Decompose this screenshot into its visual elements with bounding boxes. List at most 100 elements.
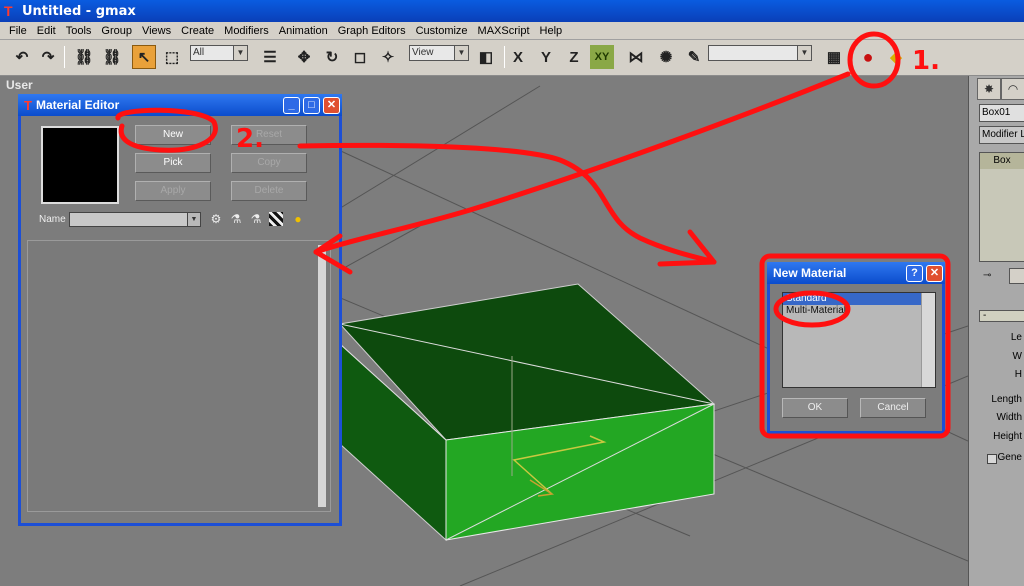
minimize-icon[interactable]: _ [283,97,300,114]
rotate-icon[interactable]: ↻ [320,45,344,69]
scrollbar[interactable] [318,245,326,507]
track-view-icon[interactable]: ▦ [822,45,846,69]
align-icon[interactable]: ✺ [654,45,678,69]
menu-file[interactable]: File [4,25,32,37]
menu-help[interactable]: Help [535,25,568,37]
pick-material-button[interactable]: Pick [135,153,211,173]
region-select-icon[interactable]: ⬚ [160,45,184,69]
menu-animation[interactable]: Animation [274,25,333,37]
named-selection-dropdown[interactable]: ▼ [708,45,812,61]
help-icon[interactable]: ? [906,265,923,282]
menu-graph-editors[interactable]: Graph Editors [333,25,411,37]
menu-tools[interactable]: Tools [61,25,97,37]
generate-mapping-checkbox[interactable] [987,454,997,464]
material-editor-title: Material Editor [35,98,120,112]
material-type-list[interactable]: Standard Multi-Material [782,292,936,388]
menu-maxscript[interactable]: MAXScript [473,25,535,37]
put-material-icon[interactable]: ⚗ [229,212,243,226]
param-label: W [1012,351,1022,362]
apply-material-button[interactable]: Apply [135,181,211,201]
select-object-icon[interactable]: ↖ [132,45,156,69]
gmax-screen: T Untitled - gmax File Edit Tools Group … [0,0,1024,586]
new-material-dialog: New Material ? ✕ Standard Multi-Material… [767,262,945,434]
new-material-title-bar[interactable]: New Material ? ✕ [767,262,945,284]
selection-filter-dropdown[interactable]: All ▼ [190,45,248,61]
new-material-button[interactable]: New [135,125,211,145]
undo-icon[interactable]: ↶ [10,45,34,69]
scrollbar[interactable] [921,293,935,387]
close-icon[interactable]: ✕ [323,97,340,114]
manipulate-icon[interactable]: ✧ [376,45,400,69]
toolbar-divider [64,46,65,68]
main-toolbar: ↶ ↷ ⛓ ⛓ ↖ ⬚ All ▼ ☰ ✥ ↻ ◻ ✧ View ▼ ◧ X Y… [0,40,1024,76]
material-editor-icon[interactable]: ● [856,45,880,69]
chevron-down-icon: ▼ [454,46,468,60]
pivot-center-icon[interactable]: ◧ [474,45,498,69]
length-label: Length [991,394,1022,405]
toolbar-divider [504,46,505,68]
render-icon[interactable]: ◆ [884,45,908,69]
menu-bar: File Edit Tools Group Views Create Modif… [0,22,1024,40]
show-map-icon[interactable]: ● [291,212,305,226]
chevron-down-icon: ▼ [187,213,200,226]
close-icon[interactable]: ✕ [926,265,943,282]
redo-icon[interactable]: ↷ [36,45,60,69]
get-material-icon[interactable]: ⚙ [209,212,223,226]
modifier-list-dropdown[interactable]: Modifier Li [979,126,1024,144]
param-label: Le [1010,332,1022,343]
restrict-x-icon[interactable]: X [506,45,530,69]
delete-material-button[interactable]: Delete [231,181,307,201]
app-title: Untitled - gmax [22,3,136,19]
modify-tab-icon[interactable]: ◠ [1001,78,1024,100]
menu-create[interactable]: Create [176,25,219,37]
assign-material-icon[interactable]: ⚗ [249,212,263,226]
gmax-logo-icon: T [24,97,32,113]
menu-modifiers[interactable]: Modifiers [219,25,274,37]
width-label: Width [996,412,1022,423]
cancel-button[interactable]: Cancel [860,398,926,418]
stack-item-box[interactable]: Box [980,153,1024,169]
ref-coord-dropdown[interactable]: View ▼ [409,45,469,61]
list-item-multi-material[interactable]: Multi-Material [783,305,935,317]
menu-views[interactable]: Views [137,25,176,37]
scale-icon[interactable]: ◻ [348,45,372,69]
object-name-field[interactable]: Box01 [979,104,1024,122]
menu-group[interactable]: Group [96,25,137,37]
checker-background-icon[interactable] [269,212,283,226]
copy-material-button[interactable]: Copy [231,153,307,173]
modifier-stack[interactable]: Box [979,152,1024,262]
list-item-standard[interactable]: Standard [783,293,935,305]
ref-coord-value: View [412,47,434,58]
material-editor-window: T Material Editor _ □ ✕ New Reset Pick C… [18,94,342,526]
app-title-bar: T Untitled - gmax [0,0,1024,22]
material-preview-swatch[interactable] [41,126,119,204]
move-icon[interactable]: ✥ [292,45,316,69]
param-label: H [1014,369,1022,380]
height-label: Height [993,431,1022,442]
create-tab-icon[interactable]: ✸ [977,78,1001,100]
maximize-icon[interactable]: □ [303,97,320,114]
restrict-y-icon[interactable]: Y [534,45,558,69]
chevron-down-icon: ▼ [797,46,811,60]
menu-customize[interactable]: Customize [411,25,473,37]
command-panel: ✸ ◠ Box01 Modifier Li Box ⊸ - Le W H Len… [968,76,1024,586]
pin-stack-icon[interactable]: ⊸ [983,270,997,282]
unlink-icon[interactable]: ⛓ [100,45,124,69]
snap-icon[interactable]: ✎ [682,45,706,69]
select-link-icon[interactable]: ⛓ [72,45,96,69]
parameters-rollout[interactable]: - [979,310,1024,322]
material-name-field[interactable]: ▼ [69,212,201,227]
generate-mapping-label: Gene [997,452,1022,463]
mirror-icon[interactable]: ⋈ [624,45,648,69]
select-by-name-icon[interactable]: ☰ [258,45,282,69]
selection-filter-value: All [193,47,205,58]
restrict-xy-icon[interactable]: XY [590,45,614,69]
menu-edit[interactable]: Edit [32,25,61,37]
annotation-step-2: 2. [236,124,264,154]
name-label: Name [39,214,66,225]
show-end-result-button[interactable] [1009,268,1024,284]
restrict-z-icon[interactable]: Z [562,45,586,69]
annotation-step-1: 1. [912,46,940,76]
material-editor-title-bar[interactable]: T Material Editor _ □ ✕ [18,94,342,116]
ok-button[interactable]: OK [782,398,848,418]
